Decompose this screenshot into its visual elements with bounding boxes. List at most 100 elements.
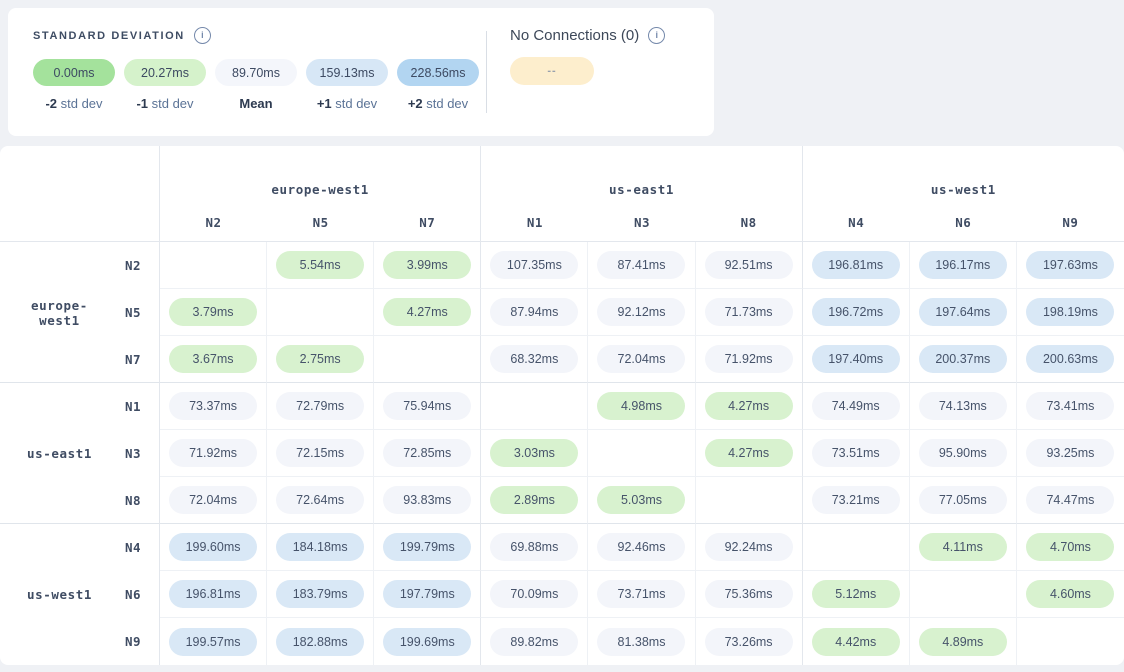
latency-pill[interactable]: 197.79ms — [383, 580, 471, 608]
latency-pill[interactable]: 87.41ms — [597, 251, 685, 279]
row-node-label: N5 — [107, 305, 159, 320]
latency-pill[interactable]: 73.71ms — [597, 580, 685, 608]
matrix-cell: 93.83ms — [374, 477, 481, 524]
info-icon[interactable]: i — [194, 27, 211, 44]
latency-pill[interactable]: 75.36ms — [705, 580, 793, 608]
latency-pill[interactable]: 5.12ms — [812, 580, 900, 608]
latency-pill[interactable]: 184.18ms — [276, 533, 364, 561]
latency-pill[interactable]: 199.79ms — [383, 533, 471, 561]
matrix-cell: 4.98ms — [588, 383, 695, 430]
latency-pill[interactable]: 3.03ms — [490, 439, 578, 467]
latency-pill[interactable]: 198.19ms — [1026, 298, 1114, 326]
matrix-cell: 200.63ms — [1017, 336, 1124, 383]
latency-pill[interactable]: 75.94ms — [383, 392, 471, 420]
matrix-cell: 77.05ms — [910, 477, 1017, 524]
latency-pill[interactable]: 87.94ms — [490, 298, 578, 326]
matrix-cell: 197.40ms — [803, 336, 910, 383]
latency-pill[interactable]: 4.27ms — [705, 392, 793, 420]
latency-pill[interactable]: 81.38ms — [597, 628, 685, 656]
matrix-cell: 72.85ms — [374, 430, 481, 477]
matrix-cell: 72.15ms — [267, 430, 374, 477]
latency-pill[interactable]: 73.51ms — [812, 439, 900, 467]
latency-pill[interactable]: 93.25ms — [1026, 439, 1114, 467]
latency-pill[interactable]: 107.35ms — [490, 251, 578, 279]
row-node-label: N7 — [107, 352, 159, 367]
row-node-label: N3 — [107, 446, 159, 461]
latency-pill[interactable]: 2.75ms — [276, 345, 364, 373]
latency-pill[interactable]: 69.88ms — [490, 533, 578, 561]
latency-pill[interactable]: 72.64ms — [276, 486, 364, 514]
latency-pill[interactable]: 95.90ms — [919, 439, 1007, 467]
latency-pill[interactable]: 72.04ms — [169, 486, 257, 514]
latency-pill[interactable]: 92.51ms — [705, 251, 793, 279]
latency-pill[interactable]: 72.04ms — [597, 345, 685, 373]
matrix-cell: 3.67ms — [160, 336, 267, 383]
latency-pill[interactable]: 73.41ms — [1026, 392, 1114, 420]
matrix-cell: 73.26ms — [696, 618, 803, 665]
legend-title: STANDARD DEVIATION — [33, 30, 185, 42]
latency-pill[interactable]: 71.73ms — [705, 298, 793, 326]
latency-pill[interactable]: 3.79ms — [169, 298, 257, 326]
latency-pill[interactable]: 72.15ms — [276, 439, 364, 467]
latency-pill[interactable]: 197.64ms — [919, 298, 1007, 326]
latency-pill[interactable]: 4.27ms — [383, 298, 471, 326]
latency-pill[interactable]: 4.42ms — [812, 628, 900, 656]
latency-pill[interactable]: 3.67ms — [169, 345, 257, 373]
latency-pill[interactable]: 73.37ms — [169, 392, 257, 420]
row-label: us-east1N3 — [0, 430, 160, 477]
latency-pill[interactable]: 199.69ms — [383, 628, 471, 656]
latency-pill[interactable]: 77.05ms — [919, 486, 1007, 514]
latency-pill[interactable]: 4.11ms — [919, 533, 1007, 561]
latency-pill[interactable]: 71.92ms — [169, 439, 257, 467]
latency-pill[interactable]: 4.27ms — [705, 439, 793, 467]
latency-pill[interactable]: 4.89ms — [919, 628, 1007, 656]
latency-pill[interactable]: 74.49ms — [812, 392, 900, 420]
legend-pill-label: +2 std dev — [397, 96, 479, 111]
latency-pill[interactable]: 92.46ms — [597, 533, 685, 561]
latency-pill[interactable]: 182.88ms — [276, 628, 364, 656]
latency-pill[interactable]: 71.92ms — [705, 345, 793, 373]
latency-pill[interactable]: 200.37ms — [919, 345, 1007, 373]
latency-pill[interactable]: 196.17ms — [919, 251, 1007, 279]
latency-pill[interactable]: 196.81ms — [169, 580, 257, 608]
latency-pill[interactable]: 4.98ms — [597, 392, 685, 420]
matrix-cell: 196.17ms — [910, 242, 1017, 289]
matrix-cell: 200.37ms — [910, 336, 1017, 383]
matrix-cell: 75.94ms — [374, 383, 481, 430]
legend-pill: 159.13ms — [306, 59, 388, 86]
matrix-cell: 73.51ms — [803, 430, 910, 477]
latency-pill[interactable]: 5.03ms — [597, 486, 685, 514]
latency-pill[interactable]: 3.99ms — [383, 251, 471, 279]
matrix-cell — [374, 336, 481, 383]
latency-pill[interactable]: 73.21ms — [812, 486, 900, 514]
latency-pill[interactable]: 4.60ms — [1026, 580, 1114, 608]
latency-pill[interactable]: 74.13ms — [919, 392, 1007, 420]
latency-pill[interactable]: 74.47ms — [1026, 486, 1114, 514]
node-header-N8: N8 — [696, 204, 803, 242]
latency-pill[interactable]: 93.83ms — [383, 486, 471, 514]
latency-pill[interactable]: 196.72ms — [812, 298, 900, 326]
latency-pill[interactable]: 68.32ms — [490, 345, 578, 373]
latency-pill[interactable]: 183.79ms — [276, 580, 364, 608]
matrix-cell: 72.04ms — [588, 336, 695, 383]
latency-pill[interactable]: 92.24ms — [705, 533, 793, 561]
latency-matrix: europe-west1us-east1us-west1N2N5N7N1N3N8… — [0, 146, 1124, 665]
latency-pill[interactable]: 199.57ms — [169, 628, 257, 656]
matrix-cell: 107.35ms — [481, 242, 588, 289]
matrix-cell: 73.21ms — [803, 477, 910, 524]
latency-pill[interactable]: 4.70ms — [1026, 533, 1114, 561]
latency-pill[interactable]: 2.89ms — [490, 486, 578, 514]
latency-pill[interactable]: 199.60ms — [169, 533, 257, 561]
latency-pill[interactable]: 92.12ms — [597, 298, 685, 326]
latency-pill[interactable]: 72.85ms — [383, 439, 471, 467]
latency-pill[interactable]: 72.79ms — [276, 392, 364, 420]
latency-pill[interactable]: 196.81ms — [812, 251, 900, 279]
latency-pill[interactable]: 200.63ms — [1026, 345, 1114, 373]
latency-pill[interactable]: 73.26ms — [705, 628, 793, 656]
latency-pill[interactable]: 197.63ms — [1026, 251, 1114, 279]
latency-pill[interactable]: 70.09ms — [490, 580, 578, 608]
latency-pill[interactable]: 5.54ms — [276, 251, 364, 279]
latency-pill[interactable]: 89.82ms — [490, 628, 578, 656]
latency-pill[interactable]: 197.40ms — [812, 345, 900, 373]
info-icon[interactable]: i — [648, 27, 665, 44]
